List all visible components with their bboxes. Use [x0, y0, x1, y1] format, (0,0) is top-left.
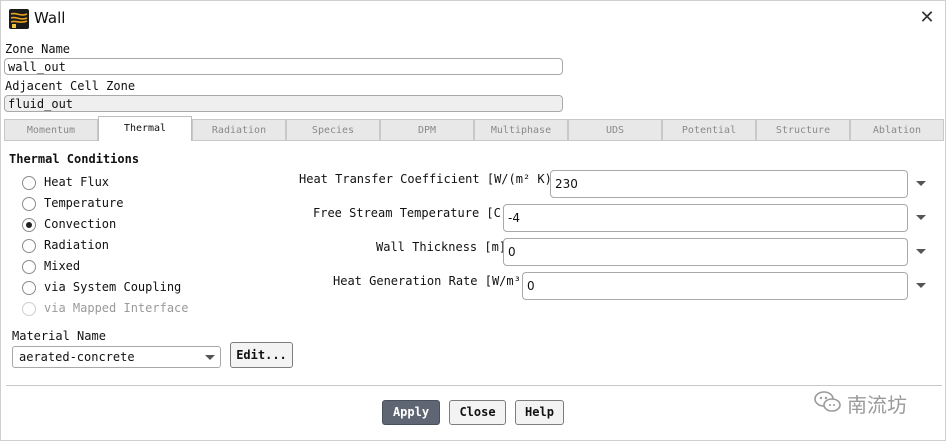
heat-generation-rate-label: Heat Generation Rate [W/m³]	[333, 274, 529, 288]
tab-multiphase[interactable]: Multiphase	[474, 119, 568, 140]
radio-button-disabled	[22, 302, 36, 316]
wall-thickness-label: Wall Thickness [m]	[376, 240, 507, 254]
adjacent-cell-zone-label: Adjacent Cell Zone	[5, 79, 136, 93]
close-icon[interactable]: ✕	[917, 8, 937, 28]
window-title: Wall	[34, 9, 66, 27]
edit-material-button[interactable]: Edit...	[230, 342, 293, 368]
radio-button-selected[interactable]	[22, 218, 36, 232]
chevron-down-icon	[205, 355, 215, 360]
radio-button[interactable]	[22, 197, 36, 211]
radio-label: Convection	[44, 217, 117, 231]
radio-label: Heat Flux	[44, 175, 110, 189]
free-stream-temperature-input[interactable]: -4	[503, 204, 908, 232]
tab-uds[interactable]: UDS	[568, 119, 662, 140]
material-name-value: aerated-concrete	[19, 350, 135, 364]
free-stream-temperature-label: Free Stream Temperature [C]	[313, 206, 509, 220]
heat-transfer-coefficient-label: Heat Transfer Coefficient [W/(m² K)]	[299, 172, 560, 186]
radio-button[interactable]	[22, 260, 36, 274]
tab-bar: Momentum Thermal Radiation Species DPM M…	[4, 116, 944, 141]
chevron-down-icon[interactable]	[916, 215, 926, 220]
adjacent-cell-zone-field	[4, 95, 563, 112]
wechat-icon	[813, 389, 843, 415]
help-button[interactable]: Help	[515, 400, 564, 425]
material-name-label: Material Name	[12, 329, 106, 343]
tab-potential[interactable]: Potential	[662, 119, 756, 140]
radio-label: Mixed	[44, 259, 81, 273]
zone-name-label: Zone Name	[5, 42, 71, 56]
material-name-select[interactable]: aerated-concrete	[12, 346, 221, 368]
heat-generation-rate-input[interactable]: 0	[522, 272, 908, 300]
tab-species[interactable]: Species	[286, 119, 380, 140]
chevron-down-icon[interactable]	[916, 283, 926, 288]
tab-ablation[interactable]: Ablation	[850, 119, 944, 140]
wall-thickness-input[interactable]: 0	[503, 238, 908, 266]
tab-structure[interactable]: Structure	[756, 119, 850, 140]
radio-label: via System Coupling	[44, 280, 182, 294]
close-button[interactable]: Close	[449, 400, 506, 425]
tab-radiation[interactable]: Radiation	[192, 119, 286, 140]
tab-dpm[interactable]: DPM	[380, 119, 474, 140]
apply-button[interactable]: Apply	[382, 400, 440, 425]
zone-name-input[interactable]	[4, 58, 563, 75]
radio-button[interactable]	[22, 176, 36, 190]
chevron-down-icon[interactable]	[916, 181, 926, 186]
footer-divider	[6, 385, 942, 386]
radio-label: Radiation	[44, 238, 110, 252]
radio-label: Temperature	[44, 196, 124, 210]
chevron-down-icon[interactable]	[916, 249, 926, 254]
fluent-app-icon	[9, 9, 29, 29]
watermark-text: 南流坊	[847, 393, 907, 417]
radio-button[interactable]	[22, 239, 36, 253]
title-bar	[0, 0, 947, 37]
radio-label: via Mapped Interface	[44, 301, 189, 315]
tab-momentum[interactable]: Momentum	[4, 119, 98, 140]
thermal-conditions-title: Thermal Conditions	[9, 152, 140, 166]
tab-thermal[interactable]: Thermal	[98, 116, 192, 141]
heat-transfer-coefficient-input[interactable]: 230	[550, 170, 908, 198]
radio-button[interactable]	[22, 281, 36, 295]
